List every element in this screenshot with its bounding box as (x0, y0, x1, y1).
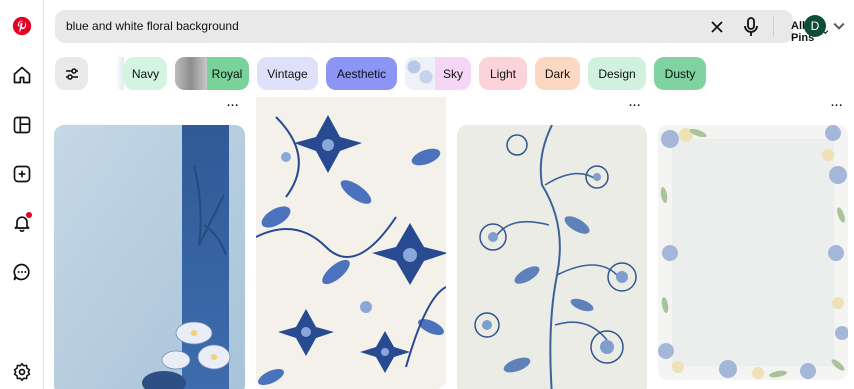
chip-sky[interactable]: Sky (405, 57, 471, 90)
avatar[interactable]: D (804, 15, 826, 37)
chip-thumb-royal (175, 57, 207, 90)
search-divider (773, 16, 774, 37)
pin-image (54, 125, 245, 389)
explore-icon (13, 116, 31, 134)
messages-icon (13, 263, 30, 281)
pin-image (457, 125, 647, 389)
chip-label: Sky (442, 66, 463, 81)
app-root: blue and white floral background All Pin… (0, 0, 854, 389)
chip-thumb-navy (116, 57, 124, 90)
pin-image (658, 125, 848, 380)
chip-label: Royal (211, 66, 243, 81)
chip-thumb-sky (405, 57, 435, 90)
pin-feed: ... ... ... (44, 97, 854, 389)
nav-settings[interactable] (8, 358, 36, 386)
chip-label: Navy (131, 66, 160, 81)
chip-label: Vintage (267, 66, 308, 81)
chip-label: Design (598, 66, 636, 81)
clear-search-button[interactable] (707, 17, 727, 37)
settings-icon (13, 362, 31, 382)
chip-light[interactable]: Light (479, 57, 527, 90)
pinterest-logo[interactable] (8, 12, 36, 40)
create-icon (13, 165, 31, 183)
chip-label: Dark (544, 66, 571, 81)
chip-label: Light (489, 66, 517, 81)
pin-image (256, 97, 446, 389)
chip-dusty[interactable]: Dusty (654, 57, 706, 90)
voice-search-button[interactable] (741, 16, 761, 38)
close-icon (711, 21, 723, 33)
home-icon (13, 66, 31, 84)
search-input[interactable]: blue and white floral background (66, 19, 239, 33)
pin-card[interactable] (54, 125, 245, 389)
left-nav-rail (0, 0, 44, 389)
chip-label: Aesthetic (336, 66, 387, 81)
nav-home[interactable] (8, 61, 36, 89)
pin-more-options-button[interactable]: ... (629, 97, 641, 109)
search-bar[interactable]: blue and white floral background All Pin… (55, 10, 828, 44)
chip-design[interactable]: Design (588, 57, 646, 90)
pin-more-options-button[interactable]: ... (831, 97, 843, 109)
chip-vintage[interactable]: Vintage (257, 57, 318, 90)
nav-notifications[interactable] (8, 209, 36, 237)
chip-aesthetic[interactable]: Aesthetic (326, 57, 397, 90)
pin-card[interactable] (256, 97, 446, 389)
chip-royal[interactable]: Royal (175, 57, 249, 90)
account-menu-chevron-icon[interactable] (833, 20, 845, 32)
notification-badge (26, 212, 32, 218)
filter-button[interactable] (55, 57, 88, 90)
pin-card[interactable] (658, 125, 848, 380)
filter-sliders-icon (65, 67, 78, 80)
chip-dark[interactable]: Dark (535, 57, 580, 90)
microphone-icon (744, 17, 758, 36)
chip-navy[interactable]: Navy (116, 57, 167, 90)
nav-messages[interactable] (8, 258, 36, 286)
nav-create[interactable] (8, 160, 36, 188)
pin-more-options-button[interactable]: ... (227, 97, 239, 109)
pinterest-logo-icon (12, 16, 32, 36)
nav-explore[interactable] (8, 111, 36, 139)
pin-card[interactable] (457, 125, 647, 389)
chip-label: Dusty (664, 66, 696, 81)
